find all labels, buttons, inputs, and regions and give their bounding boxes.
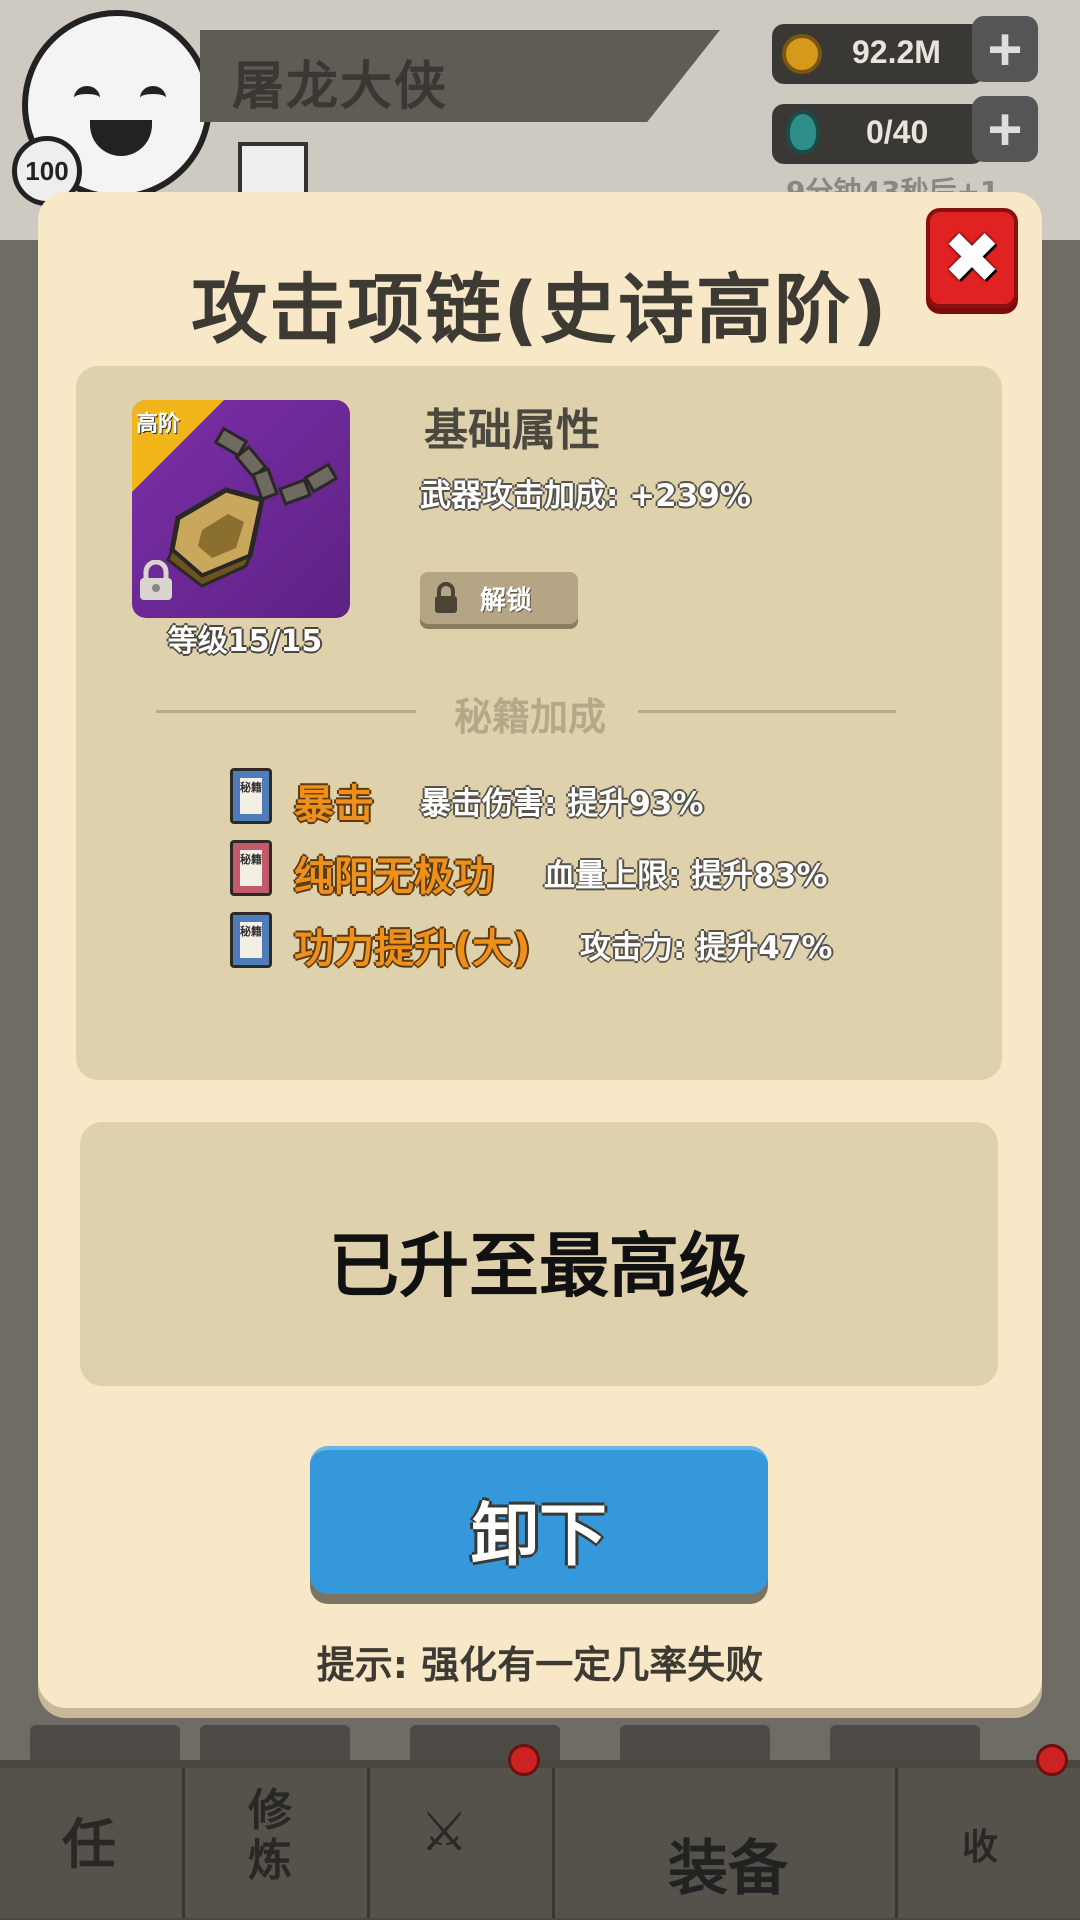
collect-icon: 收 (962, 1827, 999, 1868)
avatar-eye-right (140, 86, 166, 110)
unequip-label: 卸下 (470, 1497, 607, 1576)
energy-value: 0/40 (866, 114, 929, 150)
secret-book-icon: 秘籍 (230, 768, 272, 824)
secret-bonus-heading: 秘籍加成 (453, 695, 606, 739)
inventory-slot[interactable] (830, 1725, 980, 1765)
add-energy-button[interactable]: + (972, 96, 1038, 163)
base-attributes-heading: 基础属性 (424, 405, 600, 456)
item-level: 等级15/15 (167, 624, 323, 659)
skill-effect: 暴击伤害: 提升93% (420, 786, 704, 822)
nav-equipment-label: 装备 (668, 1834, 788, 1904)
book-icon: 修炼 (248, 1785, 292, 1886)
mail-icon[interactable] (238, 142, 308, 196)
skill-name: 功力提升(大) (294, 926, 531, 972)
hint-text: 提示: 强化有一定几率失败 (316, 1643, 764, 1687)
skill-effect: 血量上限: 提升83% (544, 858, 828, 894)
gold-value: 92.2M (852, 34, 941, 70)
coin-icon (782, 34, 822, 74)
skill-name: 纯阳无极功 (294, 854, 494, 900)
inventory-slot[interactable] (620, 1725, 770, 1765)
notification-dot (508, 1744, 540, 1776)
skill-name: 暴击 (294, 782, 374, 828)
lock-icon (435, 582, 457, 613)
skill-effect: 攻击力: 提升47% (580, 930, 833, 966)
scroll-icon: 任 (62, 1813, 116, 1876)
item-icon-frame: 高阶 (132, 400, 350, 618)
weapon-attack-bonus: 武器攻击加成: +239% (420, 478, 751, 514)
dialog-title: 攻击项链(史诗高阶) (191, 265, 889, 354)
secret-book-icon: 秘籍 (230, 840, 272, 896)
avatar-eye-left (74, 86, 100, 110)
unequip-button[interactable]: 卸下 (310, 1446, 768, 1594)
secret-book-icon: 秘籍 (230, 912, 272, 968)
notification-dot (1036, 1744, 1068, 1776)
add-gold-button[interactable]: + (972, 16, 1038, 83)
max-level-message: 已升至最高级 (329, 1225, 749, 1307)
tier-label: 高阶 (136, 412, 181, 437)
crossed-swords-icon: ⚔ (420, 1800, 469, 1863)
unlock-button[interactable]: 解锁 (420, 572, 578, 624)
gem-icon (786, 110, 820, 154)
avatar-mouth (90, 120, 152, 156)
divider-left (156, 710, 416, 713)
inventory-slot[interactable] (30, 1725, 180, 1765)
player-name: 屠龙大侠 (232, 57, 449, 117)
inventory-slot[interactable] (200, 1725, 350, 1765)
divider-right (638, 710, 896, 713)
unlock-label: 解锁 (480, 586, 533, 616)
lock-icon (140, 560, 172, 600)
